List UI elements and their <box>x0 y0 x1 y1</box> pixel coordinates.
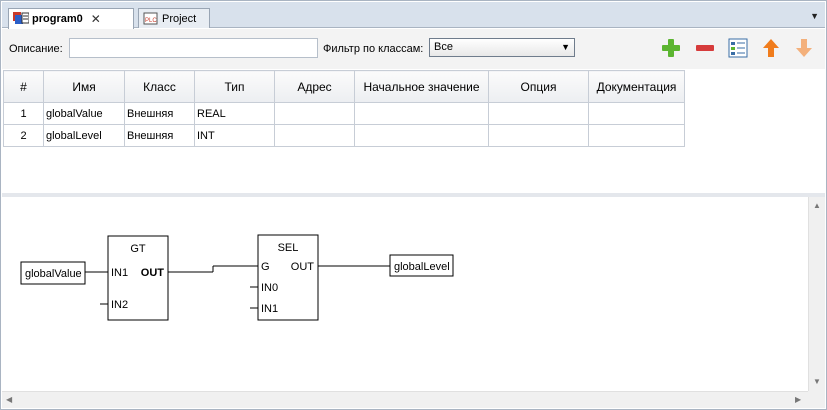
cell-option[interactable] <box>488 102 589 125</box>
filter-label: Фильтр по классам: <box>323 43 424 55</box>
sel-pin-g: G <box>261 261 270 273</box>
fbd-diagram: globalValue GT IN1 IN2 OUT SEL G IN0 IN1… <box>20 234 454 321</box>
cell-initial-value[interactable] <box>354 124 489 147</box>
cell-name[interactable]: globalLevel <box>43 124 125 147</box>
move-up-button[interactable] <box>760 37 782 59</box>
variables-table: # Имя Класс Тип Адрес Начальное значение… <box>3 70 685 147</box>
fbd-diagram-canvas[interactable]: globalValue GT IN1 IN2 OUT SEL G IN0 IN1… <box>2 197 808 391</box>
input-variable-label: globalValue <box>25 268 82 280</box>
svg-text:PLC: PLC <box>145 18 157 24</box>
gt-pin-out: OUT <box>141 267 165 279</box>
remove-icon <box>696 45 714 51</box>
class-filter-value: Все <box>434 41 453 53</box>
cell-class[interactable]: Внешняя <box>124 124 195 147</box>
cell-number: 1 <box>3 102 44 125</box>
scroll-up-icon[interactable]: ▲ <box>813 201 821 210</box>
gt-block-title: GT <box>130 243 146 255</box>
program-icon <box>13 12 29 26</box>
cell-documentation[interactable] <box>588 102 685 125</box>
output-variable-label: globalLevel <box>394 261 450 273</box>
cell-class[interactable]: Внешняя <box>124 102 195 125</box>
tab-menu-dropdown-icon[interactable]: ▼ <box>810 11 819 21</box>
tab-program0-label: program0 <box>32 13 83 25</box>
description-label: Описание: <box>9 43 63 55</box>
cell-number: 2 <box>3 124 44 147</box>
tab-project-label: Project <box>162 12 197 25</box>
add-variable-button[interactable] <box>660 37 682 59</box>
table-row[interactable]: 2 globalLevel Внешняя INT <box>3 124 685 147</box>
table-row[interactable]: 1 globalValue Внешняя REAL <box>3 102 685 125</box>
close-icon[interactable]: ✕ <box>91 12 101 26</box>
cell-type[interactable]: INT <box>194 124 275 147</box>
tab-program0[interactable]: program0 ✕ <box>8 8 134 29</box>
vertical-scrollbar[interactable]: ▲ ▼ <box>808 197 825 391</box>
gt-pin-in1: IN1 <box>111 267 128 279</box>
sel-pin-in1: IN1 <box>261 303 278 315</box>
move-down-button[interactable] <box>793 37 815 59</box>
chevron-down-icon: ▼ <box>561 42 570 52</box>
description-input[interactable] <box>69 38 318 58</box>
gt-function-block[interactable]: GT IN1 IN2 OUT <box>107 235 169 321</box>
scroll-down-icon[interactable]: ▼ <box>813 377 821 386</box>
input-variable-block[interactable]: globalValue <box>20 261 86 285</box>
cell-type[interactable]: REAL <box>194 102 275 125</box>
column-header-address[interactable]: Адрес <box>274 70 355 103</box>
tab-project[interactable]: PLC Project <box>138 8 210 28</box>
class-filter-select[interactable]: Все ▼ <box>429 38 575 57</box>
cell-initial-value[interactable] <box>354 102 489 125</box>
column-header-number[interactable]: # <box>3 70 44 103</box>
column-header-option[interactable]: Опция <box>488 70 589 103</box>
variables-table-area: # Имя Класс Тип Адрес Начальное значение… <box>2 69 825 193</box>
column-header-initial-value[interactable]: Начальное значение <box>354 70 489 103</box>
column-header-documentation[interactable]: Документация <box>588 70 685 103</box>
scroll-left-icon[interactable]: ◀ <box>6 395 12 404</box>
cell-name[interactable]: globalValue <box>43 102 125 125</box>
horizontal-scrollbar[interactable]: ◀ ▶ <box>2 391 808 408</box>
sel-pin-in0: IN0 <box>261 282 278 294</box>
column-header-type[interactable]: Тип <box>194 70 275 103</box>
sel-pin-out: OUT <box>291 261 315 273</box>
move-up-icon <box>763 39 779 57</box>
cell-address[interactable] <box>274 124 355 147</box>
variables-toolbar: Описание: Фильтр по классам: Все ▼ <box>2 29 825 69</box>
output-variable-block[interactable]: globalLevel <box>389 254 454 277</box>
sel-block-title: SEL <box>278 242 299 254</box>
add-icon <box>662 39 680 57</box>
column-header-name[interactable]: Имя <box>43 70 125 103</box>
plc-project-icon: PLC <box>143 12 159 26</box>
tab-bar: program0 ✕ PLC Project ▼ <box>2 2 825 29</box>
scroll-right-icon[interactable]: ▶ <box>795 395 801 404</box>
scroll-corner <box>808 391 825 408</box>
checklist-icon <box>728 38 748 58</box>
cell-address[interactable] <box>274 102 355 125</box>
cell-option[interactable] <box>488 124 589 147</box>
edit-list-button[interactable] <box>727 37 749 59</box>
gt-pin-in2: IN2 <box>111 299 128 311</box>
table-header-row: # Имя Класс Тип Адрес Начальное значение… <box>3 70 685 103</box>
remove-variable-button[interactable] <box>694 37 716 59</box>
sel-function-block[interactable]: SEL G IN0 IN1 OUT <box>257 234 319 321</box>
program-editor-window: program0 ✕ PLC Project ▼ Описание: Фильт… <box>0 0 827 410</box>
column-header-class[interactable]: Класс <box>124 70 195 103</box>
cell-documentation[interactable] <box>588 124 685 147</box>
move-down-icon <box>796 39 812 57</box>
